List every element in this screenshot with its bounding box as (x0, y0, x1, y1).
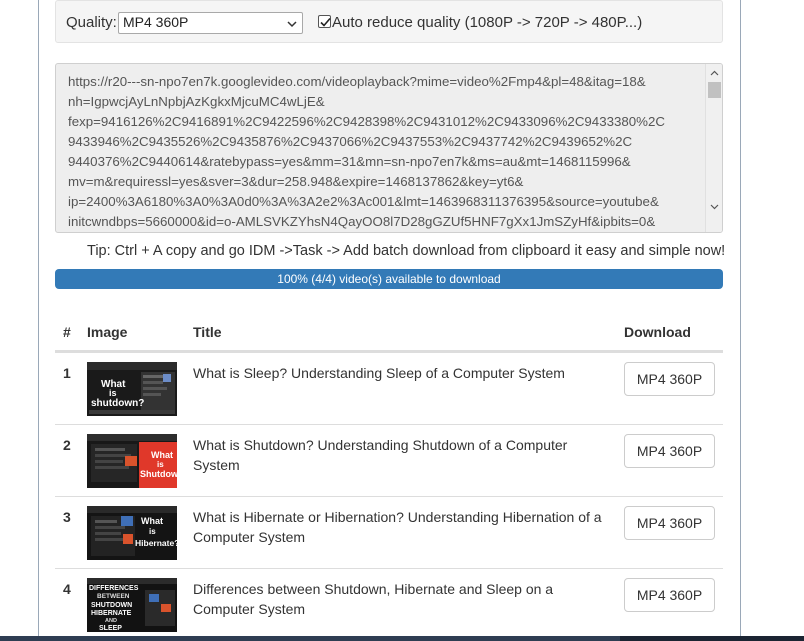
thumb-caption: is (157, 460, 164, 469)
download-mp4-360p-button[interactable]: MP4 360P (624, 362, 715, 396)
scroll-up-arrow-icon[interactable] (706, 64, 722, 81)
column-header-title: Title (193, 324, 222, 340)
thumb-caption: HIBERNATE (91, 610, 132, 617)
taskbar-strip (0, 636, 804, 641)
column-header-number: # (63, 324, 71, 340)
thumb-caption: SLEEP (99, 625, 122, 632)
url-line: ip=2400%3A6180%3A0%3A0d0%3A%3A2e2%3Ac001… (68, 194, 659, 209)
thumb-caption: Hibernate? (135, 538, 177, 548)
thumb-caption: What (151, 450, 173, 460)
auto-reduce-label: Auto reduce quality (1080P -> 720P -> 48… (332, 14, 643, 31)
thumb-caption: DIFFERENCES (89, 585, 139, 592)
row-number: 4 (63, 581, 71, 597)
url-line: fexp=9416126%2C9416891%2C9422596%2C94283… (68, 114, 666, 129)
video-title: What is Sleep? Understanding Sleep of a … (193, 365, 565, 381)
quality-label: Quality: (66, 14, 117, 31)
video-thumbnail: What is Hibernate? (87, 506, 177, 560)
thumb-caption: is (149, 527, 156, 536)
row-number: 3 (63, 509, 71, 525)
url-line: initcwndbps=5660000&id=o-AMLSVKZYhsN4Qay… (68, 214, 656, 229)
row-number: 1 (63, 365, 71, 381)
page: Quality: MP4 360P Auto reduce quality (1… (0, 0, 804, 641)
table-row: 2 What is Shutdown What is Shutdown? Und… (55, 424, 723, 496)
thumb-caption: shutdown? (91, 398, 144, 409)
url-line: mv=m&requiressl=yes&sver=3&dur=258.948&e… (68, 174, 524, 189)
scroll-thumb[interactable] (708, 82, 721, 98)
thumb-caption: What (141, 516, 163, 526)
download-mp4-360p-button[interactable]: MP4 360P (624, 434, 715, 468)
chevron-down-icon (286, 17, 298, 29)
column-header-image: Image (87, 324, 128, 340)
video-title: What is Hibernate or Hibernation? Unders… (193, 509, 602, 545)
table-row: 1 What is shutdown? What is Sleep? Under… (55, 352, 723, 424)
download-mp4-360p-button[interactable]: MP4 360P (624, 506, 715, 540)
quality-select-value: MP4 360P (123, 14, 189, 30)
textarea-scrollbar[interactable] (705, 64, 722, 232)
progress-bar: 100% (4/4) video(s) available to downloa… (55, 269, 723, 289)
column-header-download: Download (624, 324, 691, 340)
table-row: 4 DIFFERENCES BETWEEN SHUTDOWN HIBERNATE… (55, 568, 723, 640)
auto-reduce-checkbox[interactable] (318, 15, 331, 28)
panel-left-border (38, 0, 39, 641)
quality-select[interactable]: MP4 360P (118, 12, 303, 34)
url-line: 9440376%2C9440614&ratebypass=yes&mm=31&m… (68, 154, 631, 169)
checkmark-icon (320, 17, 331, 27)
url-text: https://r20---sn-npo7en7k.googlevideo.co… (68, 72, 700, 232)
video-url-textarea[interactable]: https://r20---sn-npo7en7k.googlevideo.co… (55, 63, 723, 233)
video-thumbnail: What is shutdown? (87, 362, 177, 416)
url-line: nh=IgpwcjAyLnNpbjAzKgkxMjcuMC4wLjE& (68, 94, 325, 109)
download-mp4-360p-button[interactable]: MP4 360P (624, 578, 715, 612)
progress-text: 100% (4/4) video(s) available to downloa… (277, 272, 501, 286)
taskbar-segment (620, 636, 804, 641)
table-row: 3 What is Hibernate? What is Hibernate o… (55, 496, 723, 568)
video-thumbnail: What is Shutdown (87, 434, 177, 488)
video-title: Differences between Shutdown, Hibernate … (193, 581, 554, 617)
thumb-caption: BETWEEN (97, 593, 130, 600)
row-number: 2 (63, 437, 71, 453)
url-line: https://r20---sn-npo7en7k.googlevideo.co… (68, 74, 646, 89)
video-title: What is Shutdown? Understanding Shutdown… (193, 437, 568, 473)
thumb-caption: is (109, 388, 117, 398)
panel-right-border (740, 0, 741, 641)
thumb-caption: Shutdown (140, 469, 177, 479)
idm-tip-text: Tip: Ctrl + A copy and go IDM ->Task -> … (87, 243, 726, 259)
quality-options-well: Quality: MP4 360P Auto reduce quality (1… (55, 0, 723, 43)
url-line: 9433946%2C9435526%2C9435876%2C9437066%2C… (68, 134, 633, 149)
thumb-caption: SHUTDOWN (91, 602, 132, 609)
thumb-caption: AND (105, 618, 117, 624)
scroll-down-arrow-icon[interactable] (706, 198, 722, 215)
video-thumbnail: DIFFERENCES BETWEEN SHUTDOWN HIBERNATE A… (87, 578, 177, 632)
